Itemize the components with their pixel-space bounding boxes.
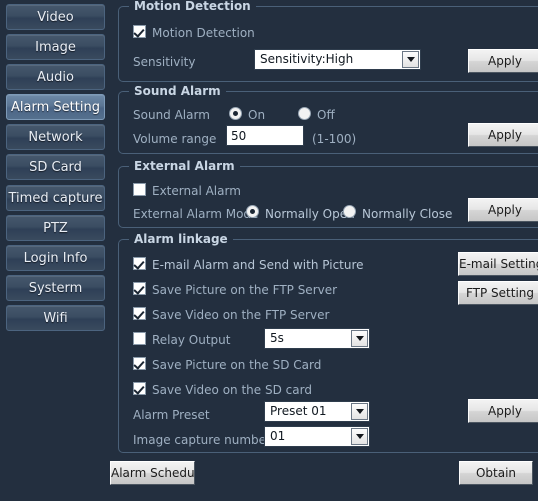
group-motion-detection: Motion Detection Motion Detection Sensit… xyxy=(118,0,538,82)
sound-alarm-row-label: Sound Alarm xyxy=(133,108,210,122)
external-alarm-checkbox[interactable] xyxy=(133,183,146,196)
group-external-alarm: External Alarm External Alarm External A… xyxy=(118,159,538,228)
sidebar-item-sd-card[interactable]: SD Card xyxy=(6,154,105,180)
volume-range-label: Volume range xyxy=(133,132,217,146)
settings-panel: Motion Detection Motion Detection Sensit… xyxy=(110,0,538,501)
group-sound-alarm: Sound Alarm Sound Alarm On Off Volume ra… xyxy=(118,84,538,154)
sidebar: Video Image Audio Alarm Setting Network … xyxy=(0,0,110,501)
sensitivity-dropdown-value: Sensitivity:High xyxy=(260,52,354,66)
save-picture-ftp-checkbox[interactable] xyxy=(133,282,146,295)
sidebar-item-wifi[interactable]: Wifi xyxy=(6,305,105,331)
chevron-down-icon[interactable] xyxy=(351,428,368,445)
chevron-down-icon[interactable] xyxy=(351,330,368,347)
save-picture-sd-label: Save Picture on the SD Card xyxy=(152,358,322,372)
relay-output-checkbox[interactable] xyxy=(133,332,146,345)
email-alarm-checkbox[interactable] xyxy=(133,257,146,270)
motion-detection-apply-button[interactable]: Apply xyxy=(468,49,538,73)
alarm-preset-dropdown-value: Preset 01 xyxy=(270,404,327,418)
relay-output-dropdown[interactable]: 5s xyxy=(264,328,370,349)
motion-detection-checkbox-label: Motion Detection xyxy=(152,26,255,40)
sidebar-item-timed-capture[interactable]: Timed capture xyxy=(6,185,105,211)
image-capture-number-label: Image capture number xyxy=(133,433,271,447)
normally-close-radio[interactable] xyxy=(343,205,356,218)
sidebar-item-image[interactable]: Image xyxy=(6,34,105,60)
save-video-ftp-checkbox[interactable] xyxy=(133,307,146,320)
sidebar-item-ptz[interactable]: PTZ xyxy=(6,215,105,241)
sidebar-item-systerm[interactable]: Systerm xyxy=(6,275,105,301)
sensitivity-label: Sensitivity xyxy=(133,55,196,69)
volume-range-input[interactable] xyxy=(226,125,304,146)
save-video-sd-checkbox[interactable] xyxy=(133,382,146,395)
obtain-button[interactable]: Obtain xyxy=(459,461,533,485)
external-alarm-mode-label: External Alarm Mode xyxy=(133,207,259,221)
sound-alarm-on-label: On xyxy=(248,108,266,122)
chevron-down-icon[interactable] xyxy=(402,51,419,68)
save-picture-sd-checkbox[interactable] xyxy=(133,357,146,370)
alarm-setting-page: Video Image Audio Alarm Setting Network … xyxy=(0,0,538,501)
alarm-linkage-apply-button[interactable]: Apply xyxy=(468,399,538,423)
relay-output-dropdown-value: 5s xyxy=(270,331,284,345)
group-sound-alarm-legend: Sound Alarm xyxy=(129,84,226,98)
sidebar-item-login-info[interactable]: Login Info xyxy=(6,245,105,271)
group-motion-detection-legend: Motion Detection xyxy=(129,0,256,13)
alarm-preset-label: Alarm Preset xyxy=(133,408,210,422)
sidebar-item-video[interactable]: Video xyxy=(6,4,105,30)
sound-alarm-apply-button[interactable]: Apply xyxy=(468,123,538,147)
save-video-ftp-label: Save Video on the FTP Server xyxy=(152,308,330,322)
volume-range-hint: (1-100) xyxy=(312,132,357,146)
email-setting-button[interactable]: E-mail Setting xyxy=(458,252,538,276)
normally-open-label: Normally Open xyxy=(265,207,355,221)
save-video-sd-label: Save Video on the SD card xyxy=(152,383,312,397)
group-alarm-linkage-legend: Alarm linkage xyxy=(129,232,233,246)
sound-alarm-off-label: Off xyxy=(317,108,335,122)
alarm-schedule-button[interactable]: Alarm Schedule xyxy=(110,461,195,485)
normally-close-label: Normally Close xyxy=(362,207,453,221)
ftp-setting-button[interactable]: FTP Setting xyxy=(458,281,538,305)
sound-alarm-off-radio[interactable] xyxy=(298,107,311,120)
alarm-preset-dropdown[interactable]: Preset 01 xyxy=(264,401,370,422)
sidebar-item-audio[interactable]: Audio xyxy=(6,64,105,90)
image-capture-number-dropdown-value: 01 xyxy=(270,429,286,443)
group-external-alarm-legend: External Alarm xyxy=(129,159,240,173)
normally-open-radio[interactable] xyxy=(246,205,259,218)
sound-alarm-on-radio[interactable] xyxy=(229,107,242,120)
relay-output-label: Relay Output xyxy=(152,333,231,347)
group-alarm-linkage: Alarm linkage E-mail Alarm and Send with… xyxy=(118,232,538,453)
sensitivity-dropdown[interactable]: Sensitivity:High xyxy=(254,49,421,70)
email-alarm-label: E-mail Alarm and Send with Picture xyxy=(152,258,364,272)
save-picture-ftp-label: Save Picture on the FTP Server xyxy=(152,283,338,297)
sidebar-item-alarm-setting[interactable]: Alarm Setting xyxy=(6,94,105,120)
chevron-down-icon[interactable] xyxy=(351,403,368,420)
external-alarm-checkbox-label: External Alarm xyxy=(152,184,241,198)
image-capture-number-dropdown[interactable]: 01 xyxy=(264,426,370,447)
sidebar-item-network[interactable]: Network xyxy=(6,124,105,150)
motion-detection-checkbox[interactable] xyxy=(133,25,146,38)
external-alarm-apply-button[interactable]: Apply xyxy=(468,198,538,222)
